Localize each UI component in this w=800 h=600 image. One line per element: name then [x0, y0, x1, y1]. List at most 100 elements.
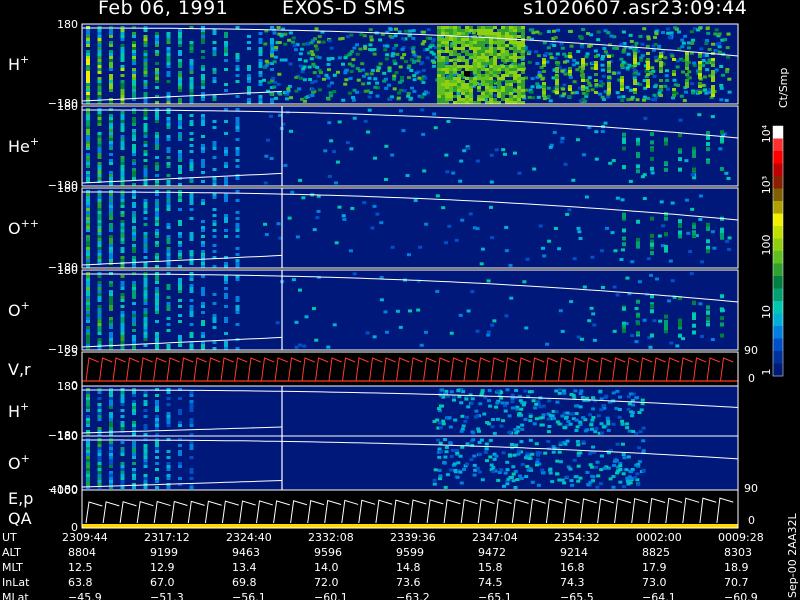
heatmap-cell [555, 85, 559, 88]
table-cell: 9472 [478, 546, 506, 559]
heatmap-cell [600, 57, 605, 61]
heatmap-cell [660, 31, 665, 35]
heatmap-cell [721, 73, 726, 77]
heatmap-cell [97, 284, 102, 287]
heatmap-cell [143, 477, 148, 480]
heatmap-cell [349, 70, 354, 74]
heatmap-cell [650, 140, 654, 145]
heatmap-cell [329, 81, 334, 85]
heatmap-cell [445, 65, 449, 68]
heatmap-cell [143, 275, 148, 278]
heatmap-cell [616, 71, 621, 75]
heatmap-cell [453, 53, 457, 56]
heatmap-cell [646, 52, 650, 55]
heatmap-cell [212, 95, 217, 98]
heatmap-cell [120, 144, 125, 147]
colorbar-segment [773, 213, 783, 227]
heatmap-cell [109, 56, 113, 59]
heatmap-cell [109, 241, 113, 244]
heatmap-cell [120, 326, 125, 329]
heatmap-cell [628, 392, 633, 396]
heatmap-cell [155, 147, 159, 150]
heatmap-cell [587, 452, 592, 456]
heatmap-cell [143, 62, 148, 65]
heatmap-cell [201, 220, 205, 223]
heatmap-cell [521, 68, 525, 71]
heatmap-cell [594, 130, 599, 134]
heatmap-cell [509, 71, 513, 74]
heatmap-cell [120, 32, 125, 35]
heatmap-cell [710, 230, 715, 234]
heatmap-cell [289, 129, 294, 133]
heatmap-cell [607, 82, 611, 85]
heatmap-cell [698, 302, 703, 306]
heatmap-cell [398, 80, 403, 84]
heatmap-cell [461, 424, 466, 428]
heatmap-cell [449, 50, 453, 53]
heatmap-cell [706, 222, 710, 227]
heatmap-cell [132, 202, 136, 205]
heatmap-cell [636, 137, 640, 142]
heatmap-cell [347, 62, 352, 66]
heatmap-cell [201, 77, 205, 80]
heatmap-cell [109, 341, 113, 344]
heatmap-cell [654, 59, 659, 63]
heatmap-cell [299, 47, 304, 51]
heatmap-cell [212, 235, 217, 238]
heatmap-cell [441, 74, 445, 77]
heatmap-cell [132, 471, 136, 474]
heatmap-cell [86, 32, 90, 35]
heatmap-cell [473, 44, 477, 47]
heatmap-cell [387, 69, 392, 73]
heatmap-cell [621, 472, 626, 476]
heatmap-cell [224, 83, 228, 86]
heatmap-cell [505, 65, 509, 68]
heatmap-cell [489, 77, 493, 80]
heatmap-cell [698, 217, 703, 221]
heatmap-cell [505, 59, 509, 62]
heatmap-cell [315, 65, 320, 69]
heatmap-cell [189, 217, 194, 220]
heatmap-cell [517, 68, 521, 71]
heatmap-cell [641, 468, 646, 472]
heatmap-cell [258, 59, 263, 62]
heatmap-cell [201, 202, 205, 205]
heatmap-cell [262, 78, 267, 82]
heatmap-cell [132, 424, 136, 427]
heatmap-cell [375, 69, 380, 73]
heatmap-cell [97, 47, 102, 50]
heatmap-cell [86, 450, 90, 453]
heatmap-cell [132, 174, 136, 177]
heatmap-cell [506, 477, 511, 481]
heatmap-cell [485, 50, 489, 53]
heatmap-cell [650, 132, 654, 137]
heatmap-cell [347, 91, 352, 95]
heatmap-cell [642, 95, 647, 99]
heatmap-cell [155, 281, 159, 284]
heatmap-cell [646, 64, 650, 67]
heatmap-cell [143, 329, 148, 332]
heatmap-cell [489, 59, 493, 62]
heatmap-cell [727, 77, 732, 81]
heatmap-cell [685, 73, 689, 76]
heatmap-cell [178, 287, 182, 290]
heatmap-cell [535, 30, 540, 34]
heatmap-cell [109, 308, 113, 311]
heatmap-cell [235, 56, 240, 59]
heatmap-cell [109, 32, 113, 35]
heatmap-cell [664, 320, 668, 325]
heatmap-cell [587, 81, 592, 85]
heatmap-cell [143, 92, 148, 95]
heatmap-cell [428, 36, 433, 40]
heatmap-cell [497, 44, 501, 47]
heatmap-cell [461, 56, 465, 59]
heatmap-cell [178, 465, 182, 468]
heatmap-cell [472, 473, 477, 477]
heatmap-cell [178, 290, 182, 293]
heatmap-cell [493, 65, 497, 68]
heatmap-cell [109, 412, 113, 415]
table-cell: 2317:12 [144, 531, 190, 544]
heatmap-cell [472, 226, 477, 230]
heatmap-cell [178, 120, 182, 123]
heatmap-cell [283, 163, 288, 167]
